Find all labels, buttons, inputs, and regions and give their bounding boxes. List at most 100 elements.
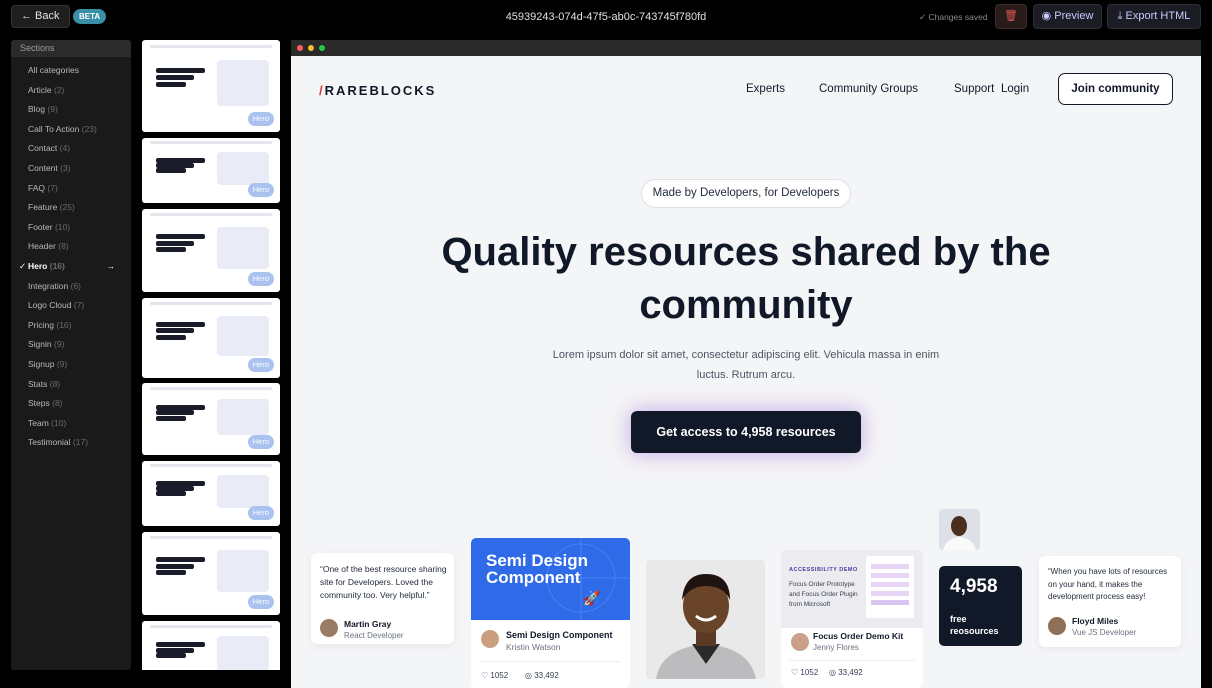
- resource-card-semi[interactable]: Semi Design Component 🚀 Semi Design Comp…: [471, 538, 630, 688]
- preview-button[interactable]: ◉ Preview: [1033, 4, 1102, 29]
- delete-button[interactable]: 🗑: [995, 4, 1027, 29]
- join-community-button[interactable]: Join community: [1058, 73, 1173, 105]
- thumb-illustration: [216, 550, 269, 592]
- nav-support[interactable]: Support: [954, 83, 994, 95]
- section-thumbnail[interactable]: Quality resources shared by the communit…: [142, 532, 280, 615]
- sidebar-item-label: Testimonial: [28, 437, 71, 448]
- hero-badge: Hero: [247, 272, 274, 286]
- sidebar-item-label: Feature: [28, 202, 58, 213]
- divider: [789, 660, 915, 661]
- sidebar-item-count: (10): [51, 417, 67, 428]
- sidebar-item-count: (2): [54, 84, 65, 95]
- sidebar-item-header[interactable]: Header (8): [11, 237, 131, 257]
- sidebar-item-stats[interactable]: Stats (8): [11, 375, 131, 395]
- sidebar-item-label: Header: [28, 241, 56, 252]
- sidebar-item-label: Call To Action: [28, 123, 80, 134]
- sidebar-item-integration[interactable]: Integration (6): [11, 277, 131, 297]
- sidebar-item-count: (9): [47, 104, 58, 115]
- thumb-nav: [150, 386, 272, 390]
- window-chrome: [291, 40, 1201, 56]
- sidebar-item-testimonial[interactable]: Testimonial (17): [11, 433, 131, 453]
- document-id: 45939243-074d-47f5-ab0c-743745f780fd: [505, 11, 707, 23]
- thumb-title-line: [155, 485, 195, 491]
- avatar: [791, 633, 809, 651]
- sidebar-item-all-categories[interactable]: All categories: [11, 61, 131, 81]
- sidebar-item-count: (16): [49, 260, 65, 271]
- sidebar-item-count: (10): [54, 221, 71, 232]
- maximize-dot-icon: [319, 45, 325, 51]
- thumb-title-line: [155, 410, 195, 416]
- hero-headline: Quality resources shared by the communit…: [441, 230, 1051, 327]
- sections-sidebar: Sections All categories Article (2) Blog (…: [11, 40, 131, 670]
- testimonial-quote: “One of the best resource sharing site f…: [320, 564, 447, 600]
- hero-subtitle: Lorem ipsum dolor sit amet, consectetur …: [552, 349, 940, 381]
- thumb-illustration: [216, 152, 269, 185]
- testimonial-card-right: “When you have lots of resources on your…: [1039, 556, 1181, 647]
- thumb-title-line: [155, 570, 187, 576]
- sidebar-item-steps[interactable]: Steps (8): [11, 394, 131, 414]
- export-html-button[interactable]: ⤓ Export HTML: [1107, 4, 1201, 29]
- sidebar-item-faq[interactable]: FAQ (7): [11, 179, 131, 199]
- card-title: Semi Design Component: [506, 630, 613, 640]
- sidebar-item-team[interactable]: Team (10): [11, 414, 131, 434]
- thumb-title-line: [155, 480, 206, 486]
- rocket-icon: 🚀: [583, 590, 601, 606]
- section-thumbnail[interactable]: A special credit card made for Developer…: [142, 383, 280, 455]
- sidebar-item-label: Pricing: [28, 319, 54, 330]
- get-access-button[interactable]: Get access to 4,958 resources: [631, 411, 861, 453]
- thumb-title-line: [155, 328, 195, 334]
- hero-badge: Hero: [247, 358, 274, 372]
- sidebar-item-blog[interactable]: Blog (9): [11, 100, 131, 120]
- nav-experts[interactable]: Experts: [746, 83, 785, 95]
- sidebar-item-label: Signin: [28, 339, 52, 350]
- sidebar-item-count: (8): [52, 398, 63, 409]
- avatar: [1048, 617, 1066, 635]
- section-thumbnail[interactable]: Turn your visitors into profitable busin…: [142, 40, 280, 132]
- sidebar-header: Sections: [11, 40, 131, 57]
- testimonial-quote: “When you have lots of resources on your…: [1048, 567, 1168, 601]
- sidebar-item-label: Steps: [28, 398, 50, 409]
- thumb-nav: [150, 213, 272, 217]
- sidebar-item-content[interactable]: Content (3): [11, 159, 131, 179]
- sidebar-item-hero[interactable]: ✓ Hero (16) →: [11, 257, 131, 277]
- sidebar-item-count: (8): [49, 378, 61, 389]
- section-thumbnail[interactable]: A special credit card made for Developer…: [142, 298, 280, 378]
- resource-card-focus-order[interactable]: ACCESSIBILITY DEMO Focus Order Prototype…: [781, 550, 923, 688]
- sidebar-item-label: Article: [28, 84, 52, 95]
- developer-photo: [646, 560, 765, 679]
- sidebar-item-label: FAQ: [28, 182, 46, 193]
- sidebar-item-pricing[interactable]: Pricing (16): [11, 316, 131, 336]
- section-thumbnail[interactable]: Get meaningful feedbacks on your codeHer…: [142, 138, 280, 203]
- hero-badge: Hero: [247, 506, 274, 520]
- section-thumbnail[interactable]: Get meaningful feedbacks on your codeHer…: [142, 461, 280, 526]
- sidebar-item-count: (16): [56, 319, 72, 330]
- sidebar-item-article[interactable]: Article (2): [11, 81, 131, 101]
- section-thumbnail[interactable]: A special credit card made for Developer…: [142, 621, 280, 670]
- hero-badge: Hero: [247, 435, 274, 449]
- nav-login[interactable]: Login: [1001, 83, 1029, 95]
- sidebar-item-signup[interactable]: Signup (9): [11, 355, 131, 375]
- sidebar-item-logo-cloud[interactable]: Logo Cloud (7): [11, 296, 131, 316]
- sidebar-item-feature[interactable]: Feature (25): [11, 198, 131, 218]
- rareblocks-logo[interactable]: /RAREBLOCKS: [319, 83, 436, 98]
- thumb-nav: [150, 141, 272, 145]
- thumb-title-line: [155, 67, 206, 73]
- nav-community-groups[interactable]: Community Groups: [819, 83, 918, 95]
- likes-count[interactable]: ♡ 1052: [481, 671, 508, 680]
- testimonial-name: Floyd Miles: [1072, 616, 1119, 626]
- thumb-title-line: [155, 416, 187, 422]
- thumb-nav: [150, 44, 272, 48]
- sidebar-item-signin[interactable]: Signin (9): [11, 335, 131, 355]
- thumb-nav: [150, 302, 272, 305]
- sidebar-item-footer[interactable]: Footer (10): [11, 218, 131, 238]
- sidebar-item-call-to-action[interactable]: Call To Action (23): [11, 120, 131, 140]
- sidebar-item-contact[interactable]: Contact (4): [11, 139, 131, 159]
- views-count: ◎ 33,492: [525, 671, 559, 680]
- section-thumbnail[interactable]: Quality resources shared by the communit…: [142, 209, 280, 292]
- sidebar-item-label: Stats: [28, 378, 48, 389]
- sidebar-item-label: Signup: [28, 358, 55, 369]
- thumb-title-line: [155, 322, 206, 327]
- likes-count[interactable]: ♡ 1052: [791, 668, 818, 677]
- thumb-title-line: [155, 157, 206, 163]
- preview-frame: /RAREBLOCKS Experts Community Groups Sup…: [291, 40, 1201, 688]
